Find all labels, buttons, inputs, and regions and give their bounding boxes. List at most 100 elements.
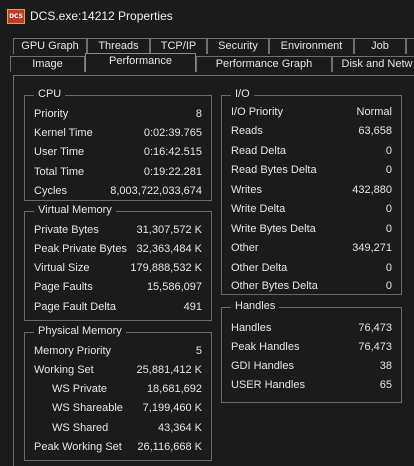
row-value: 43,364 K bbox=[157, 421, 202, 434]
row-label: Peak Handles bbox=[231, 340, 300, 353]
virtual-memory-group: Virtual Memory Private Bytes 31,307,572 K… bbox=[24, 204, 212, 321]
tab-disk-and-network[interactable]: Disk and Netw bbox=[332, 56, 414, 72]
row-label: Write Bytes Delta bbox=[231, 222, 316, 235]
vm-row-private-bytes: Private Bytes 31,307,572 K bbox=[34, 220, 202, 239]
row-label: Other Delta bbox=[231, 261, 288, 274]
cpu-row-total-time: Total Time 0:19:22.281 bbox=[34, 162, 202, 181]
row-value: 76,473 bbox=[358, 321, 392, 334]
io-row-write-delta: Write Delta 0 bbox=[231, 199, 392, 218]
tab-image[interactable]: Image bbox=[10, 56, 85, 72]
io-row-read-bytes-delta: Read Bytes Delta 0 bbox=[231, 160, 392, 179]
cpu-group: CPU Priority 8 Kernel Time 0:02:39.765 Use… bbox=[24, 88, 212, 201]
row-label: GDI Handles bbox=[231, 359, 294, 372]
io-row-io-priority: I/O Priority Normal bbox=[231, 102, 392, 121]
vm-row-page-faults: Page Faults 15,586,097 bbox=[34, 277, 202, 296]
pm-row-ws-private: WS Private 18,681,692 bbox=[34, 379, 202, 398]
handles-row-gdi-handles: GDI Handles 38 bbox=[231, 356, 392, 375]
row-value: 491 bbox=[183, 300, 202, 313]
row-value: 432,880 bbox=[352, 183, 392, 196]
pm-row-memory-priority: Memory Priority 5 bbox=[34, 341, 202, 360]
row-label: Working Set bbox=[34, 363, 94, 376]
row-label: Handles bbox=[231, 321, 272, 334]
row-value: 31,307,572 K bbox=[136, 223, 202, 236]
title-bar: DCS DCS.exe:14212 Properties bbox=[0, 0, 414, 32]
row-label: Peak Working Set bbox=[34, 440, 122, 453]
cpu-row-cycles: Cycles 8,003,722,033,674 bbox=[34, 181, 202, 200]
tab-performance-graph[interactable]: Performance Graph bbox=[196, 56, 332, 72]
row-value: 0:02:39.765 bbox=[143, 126, 202, 139]
row-label: Read Delta bbox=[231, 144, 287, 157]
row-label: Kernel Time bbox=[34, 126, 93, 139]
row-label: Page Fault Delta bbox=[34, 300, 116, 313]
io-row-other: Other 349,271 bbox=[231, 238, 392, 257]
row-value: 349,271 bbox=[352, 241, 392, 254]
row-value: 0 bbox=[385, 144, 392, 157]
pm-row-working-set: Working Set 25,881,412 K bbox=[34, 360, 202, 379]
tab-tcpip[interactable]: TCP/IP bbox=[150, 38, 207, 54]
tab-gpu-graph[interactable]: GPU Graph bbox=[13, 38, 87, 54]
tab-overflow[interactable] bbox=[406, 38, 414, 54]
physical-memory-group-title: Physical Memory bbox=[34, 325, 126, 337]
window-title: DCS.exe:14212 Properties bbox=[30, 9, 173, 23]
row-label: Page Faults bbox=[34, 280, 93, 293]
tab-security[interactable]: Security bbox=[207, 38, 269, 54]
io-group-title: I/O bbox=[231, 88, 254, 100]
row-label: Read Bytes Delta bbox=[231, 163, 317, 176]
row-label: Memory Priority bbox=[34, 344, 112, 357]
row-label: Other bbox=[231, 241, 259, 254]
row-value: 0:19:22.281 bbox=[143, 165, 202, 178]
virtual-memory-group-title: Virtual Memory bbox=[34, 204, 116, 216]
app-icon: DCS bbox=[7, 9, 25, 24]
tab-threads[interactable]: Threads bbox=[87, 38, 150, 54]
row-label: Write Delta bbox=[231, 202, 286, 215]
row-value: Normal bbox=[356, 105, 392, 118]
vm-row-virtual-size: Virtual Size 179,888,532 K bbox=[34, 258, 202, 277]
row-label: WS Shared bbox=[52, 421, 109, 434]
cpu-row-user-time: User Time 0:16:42.515 bbox=[34, 142, 202, 161]
row-value: 0 bbox=[385, 261, 392, 274]
row-value: 0:16:42.515 bbox=[143, 145, 202, 158]
row-label: Virtual Size bbox=[34, 261, 90, 274]
row-value: 0 bbox=[385, 222, 392, 235]
handles-row-user-handles: USER Handles 65 bbox=[231, 375, 392, 394]
row-label: Peak Private Bytes bbox=[34, 242, 127, 255]
handles-row-handles: Handles 76,473 bbox=[231, 318, 392, 337]
io-row-other-delta: Other Delta 0 bbox=[231, 258, 392, 277]
row-label: Writes bbox=[231, 183, 262, 196]
row-value: 0 bbox=[385, 202, 392, 215]
tab-performance[interactable]: Performance bbox=[85, 53, 196, 72]
row-value: 38 bbox=[379, 359, 392, 372]
handles-group-title: Handles bbox=[231, 300, 280, 312]
row-value: 63,658 bbox=[358, 124, 392, 137]
row-label: Cycles bbox=[34, 184, 68, 197]
handles-row-peak-handles: Peak Handles 76,473 bbox=[231, 337, 392, 356]
cpu-group-title: CPU bbox=[34, 88, 66, 100]
row-label: I/O Priority bbox=[231, 105, 283, 118]
physical-memory-group: Physical Memory Memory Priority 5 Working… bbox=[24, 325, 212, 461]
pm-row-ws-shared: WS Shared 43,364 K bbox=[34, 418, 202, 437]
tab-job[interactable]: Job bbox=[354, 38, 406, 54]
io-row-other-bytes-delta: Other Bytes Delta 0 bbox=[231, 276, 392, 295]
row-value: 8 bbox=[195, 107, 202, 120]
row-label: Private Bytes bbox=[34, 223, 99, 236]
row-label: WS Shareable bbox=[52, 401, 123, 414]
row-label: USER Handles bbox=[231, 378, 305, 391]
row-value: 15,586,097 bbox=[146, 280, 202, 293]
pm-row-ws-shareable: WS Shareable 7,199,460 K bbox=[34, 398, 202, 417]
tab-environment[interactable]: Environment bbox=[269, 38, 354, 54]
row-value: 25,881,412 K bbox=[136, 363, 202, 376]
row-value: 0 bbox=[385, 163, 392, 176]
row-value: 179,888,532 K bbox=[130, 261, 202, 274]
row-label: Reads bbox=[231, 124, 263, 137]
vm-row-page-fault-delta: Page Fault Delta 491 bbox=[34, 297, 202, 316]
row-label: Priority bbox=[34, 107, 69, 120]
row-value: 32,363,484 K bbox=[136, 242, 202, 255]
io-group: I/O I/O Priority Normal Reads 63,658 Read … bbox=[221, 88, 402, 295]
row-value: 7,199,460 K bbox=[142, 401, 202, 414]
row-label: Total Time bbox=[34, 165, 85, 178]
row-value: 0 bbox=[385, 279, 392, 292]
cpu-row-priority: Priority 8 bbox=[34, 104, 202, 123]
row-value: 65 bbox=[379, 378, 392, 391]
io-row-write-bytes-delta: Write Bytes Delta 0 bbox=[231, 219, 392, 238]
pm-row-peak-working-set: Peak Working Set 26,116,668 K bbox=[34, 437, 202, 456]
